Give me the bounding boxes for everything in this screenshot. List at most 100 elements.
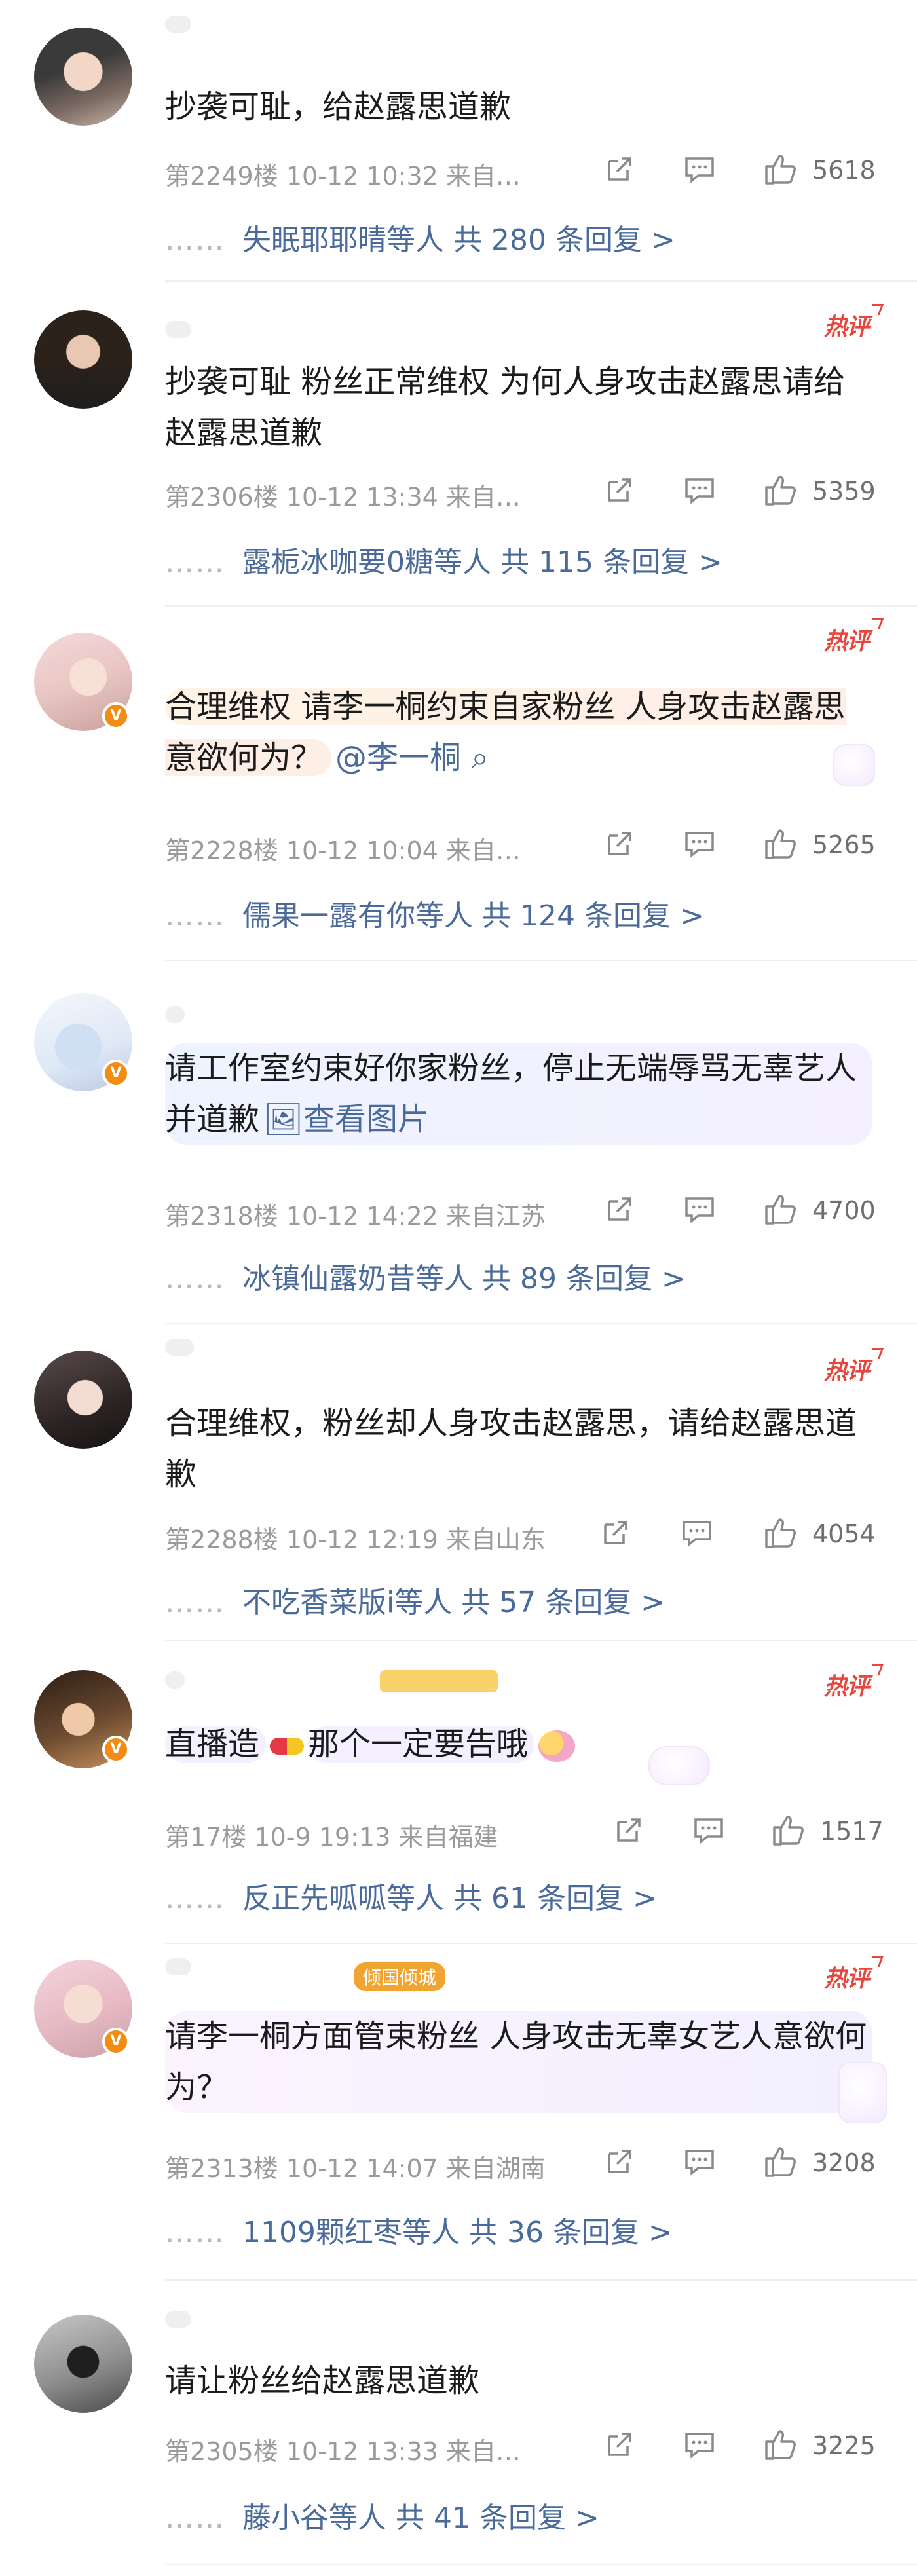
comment-text: 合理维权 请李一桐约束自家粉丝 人身攻击赵露思意欲何为？ @李一桐 ⌕ <box>165 681 872 783</box>
verified-badge-icon: V <box>102 702 130 730</box>
username-redacted[interactable] <box>165 1671 185 1689</box>
divider <box>165 960 917 961</box>
mention-link[interactable]: @李一桐 <box>335 739 461 776</box>
like-icon[interactable] <box>762 2427 796 2461</box>
comment-item: V 倾国倾城 热评 请李一桐方面管束粉丝 人身攻击无辜女艺人意欲何为？ 第231… <box>0 1944 917 2286</box>
username-redacted[interactable] <box>165 321 191 338</box>
comment-icon[interactable] <box>680 1516 714 1550</box>
fan-badge <box>380 1670 498 1692</box>
like-icon[interactable] <box>762 152 796 186</box>
reply-user[interactable]: 失眠耶耶晴等人 <box>242 223 444 257</box>
verified-badge-icon: V <box>102 1060 130 1087</box>
avatar-image <box>34 310 132 409</box>
reply-user[interactable]: 1109颗红枣等人 <box>242 2216 460 2249</box>
username-redacted[interactable] <box>165 16 191 33</box>
comment-meta: 第17楼 10-9 19:13 来自福建 1517 <box>165 1813 892 1852</box>
reply-user[interactable]: 反正先呱呱等人 <box>242 1882 444 1915</box>
share-icon[interactable] <box>599 1516 633 1550</box>
reply-summary[interactable]: …… 露栀冰咖要0糖等人 共 115 条回复 > <box>165 538 722 580</box>
floor-info: 第2249楼 10-12 10:32 来自… <box>165 162 521 191</box>
comment-meta: 第2313楼 10-12 14:07 来自湖南 3208 <box>165 2144 892 2184</box>
comment-icon[interactable] <box>683 1192 717 1226</box>
username-redacted[interactable] <box>165 1006 185 1023</box>
comment-text: 请工作室约束好你家粉丝，停止无端辱骂无辜艺人并道歉 🖼查看图片 <box>165 1043 872 1145</box>
reply-user[interactable]: 冰镇仙露奶昔等人 <box>242 1262 473 1296</box>
comment-icon[interactable] <box>683 473 717 507</box>
share-icon[interactable] <box>603 2144 637 2178</box>
reply-user[interactable]: 露栀冰咖要0糖等人 <box>242 546 491 579</box>
reply-summary[interactable]: …… 冰镇仙露奶昔等人 共 89 条回复 > <box>165 1255 686 1297</box>
avatar[interactable] <box>34 28 132 126</box>
reply-dots: …… <box>165 1586 225 1619</box>
comment-item: 请让粉丝给赵露思道歉 第2305楼 10-12 13:33 来自… 3225 …… <box>0 2281 917 2576</box>
share-icon[interactable] <box>603 1192 637 1226</box>
comment-icon[interactable] <box>692 1813 726 1847</box>
username-redacted[interactable] <box>165 1958 191 1975</box>
username-redacted[interactable] <box>165 2311 191 2328</box>
like-count: 3208 <box>812 2148 876 2177</box>
sticker-icon <box>833 744 875 786</box>
comment-text: 抄袭可耻 粉丝正常维权 为何人身攻击赵露思请给赵露思道歉 <box>165 364 846 451</box>
like-icon[interactable] <box>762 827 796 861</box>
reply-count-link[interactable]: 共 115 条回复 > <box>500 546 722 579</box>
avatar[interactable] <box>34 1351 132 1449</box>
emoji-icon <box>538 1730 576 1762</box>
floor-info: 第2228楼 10-12 10:04 来自… <box>165 836 521 865</box>
like-icon[interactable] <box>762 1192 796 1226</box>
reply-count-link[interactable]: 共 89 条回复 > <box>482 1262 686 1296</box>
reply-summary[interactable]: …… 儒果一露有你等人 共 124 条回复 > <box>165 892 704 934</box>
comment-icon[interactable] <box>683 2144 717 2178</box>
avatar[interactable] <box>34 2315 132 2413</box>
avatar-image <box>34 2315 132 2413</box>
image-icon[interactable]: 🖼 <box>263 1101 303 1138</box>
like-count: 4054 <box>812 1520 876 1548</box>
comment-text: 直播造 那个一定要告哦 <box>165 1719 872 1770</box>
comment-item: 热评 抄袭可耻 粉丝正常维权 为何人身攻击赵露思请给赵露思道歉 第2306楼 1… <box>0 282 917 607</box>
username-redacted[interactable] <box>165 1339 194 1356</box>
view-image-link[interactable]: 查看图片 <box>303 1101 429 1138</box>
reply-user[interactable]: 不吃香菜版i等人 <box>242 1586 452 1619</box>
comment-icon[interactable] <box>683 152 717 186</box>
like-count: 5618 <box>812 156 876 185</box>
reply-count-link[interactable]: 共 61 条回复 > <box>453 1882 657 1915</box>
reply-user[interactable]: 儒果一露有你等人 <box>242 899 473 933</box>
reply-dots: …… <box>165 2501 225 2535</box>
avatar-image <box>34 28 132 126</box>
avatar[interactable] <box>34 310 132 409</box>
comment-item: V 热评 直播造 那个一定要告哦 第17楼 10-9 19:13 来自福建 151… <box>0 1641 917 1944</box>
share-icon[interactable] <box>603 2427 637 2461</box>
reply-summary[interactable]: …… 失眠耶耶晴等人 共 280 条回复 > <box>165 216 675 258</box>
share-icon[interactable] <box>612 1813 646 1847</box>
reply-summary[interactable]: …… 1109颗红枣等人 共 36 条回复 > <box>165 2209 673 2250</box>
comment-meta: 第2318楼 10-12 14:22 来自江苏 4700 <box>165 1192 892 1231</box>
like-icon[interactable] <box>762 473 796 507</box>
reply-dots: …… <box>165 1262 225 1296</box>
comment-meta: 第2228楼 10-12 10:04 来自… 5265 <box>165 827 892 866</box>
reply-summary[interactable]: …… 不吃香菜版i等人 共 57 条回复 > <box>165 1578 665 1620</box>
like-count: 3225 <box>812 2431 876 2460</box>
reply-summary[interactable]: …… 藤小谷等人 共 41 条回复 > <box>165 2494 599 2536</box>
like-count: 1517 <box>820 1817 884 1846</box>
share-icon[interactable] <box>603 152 637 186</box>
comment-meta: 第2249楼 10-12 10:32 来自… 5618 <box>165 152 892 191</box>
verified-badge-icon: V <box>102 2028 130 2055</box>
reply-dots: …… <box>165 223 225 257</box>
reply-count-link[interactable]: 共 280 条回复 > <box>453 223 675 257</box>
reply-summary[interactable]: …… 反正先呱呱等人 共 61 条回复 > <box>165 1875 657 1916</box>
search-icon[interactable]: ⌕ <box>461 739 489 776</box>
share-icon[interactable] <box>603 473 637 507</box>
floor-info: 第2288楼 10-12 12:19 来自山东 <box>165 1525 546 1554</box>
comment-icon[interactable] <box>683 2427 717 2461</box>
reply-count-link[interactable]: 共 57 条回复 > <box>461 1586 665 1619</box>
reply-dots: …… <box>165 1882 225 1915</box>
reply-count-link[interactable]: 共 36 条回复 > <box>469 2216 673 2249</box>
like-icon[interactable] <box>770 1813 804 1847</box>
comment-icon[interactable] <box>683 827 717 861</box>
like-icon[interactable] <box>762 1516 796 1550</box>
reply-count-link[interactable]: 共 124 条回复 > <box>482 899 704 933</box>
share-icon[interactable] <box>603 827 637 861</box>
reply-count-link[interactable]: 共 41 条回复 > <box>396 2501 599 2535</box>
reply-user[interactable]: 藤小谷等人 <box>242 2501 386 2535</box>
like-icon[interactable] <box>762 2144 796 2178</box>
hot-comment-badge: 热评 <box>824 1668 870 1702</box>
